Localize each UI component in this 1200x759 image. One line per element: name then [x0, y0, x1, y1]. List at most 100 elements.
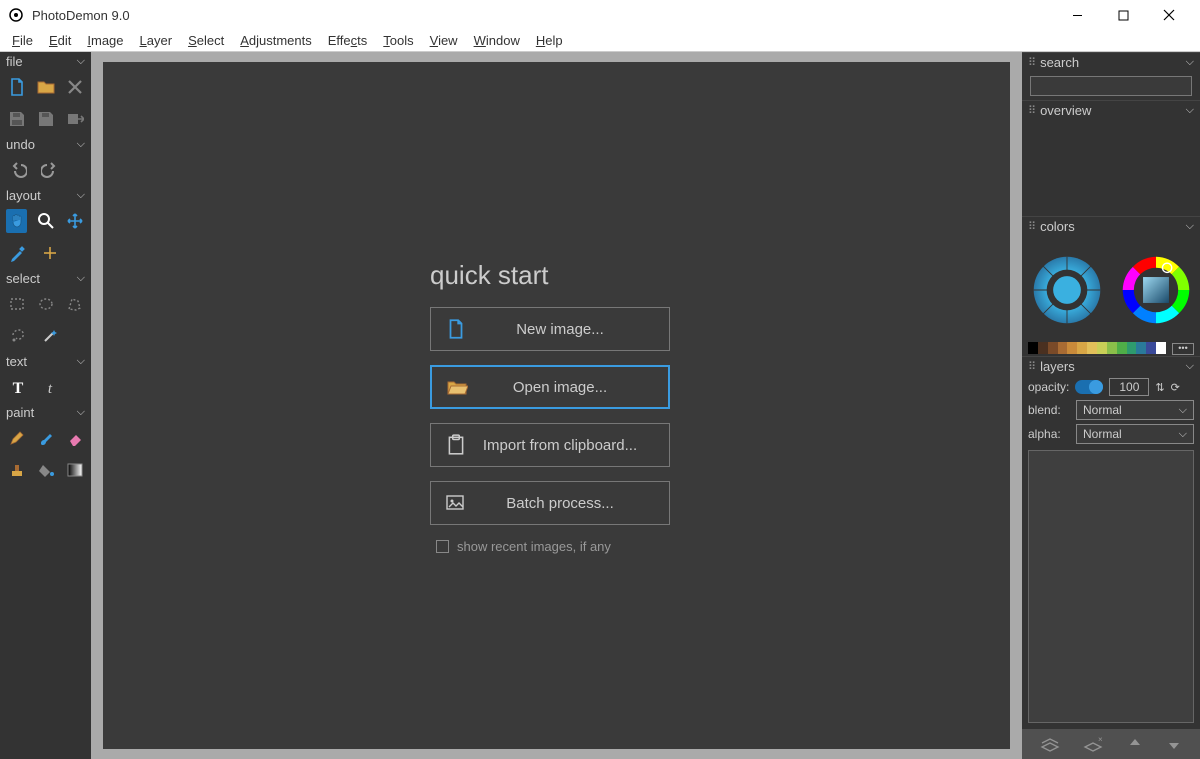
section-file[interactable]: file⌵	[0, 52, 91, 71]
import-clipboard-button[interactable]: Import from clipboard...	[430, 423, 670, 467]
menubar: File Edit Image Layer Select Adjustments…	[0, 30, 1200, 52]
measure-tool-icon[interactable]	[38, 241, 62, 265]
color-picker-icon[interactable]	[6, 241, 30, 265]
svg-text:T: T	[13, 380, 24, 396]
swatch-row[interactable]	[1028, 342, 1166, 354]
opacity-label: opacity:	[1028, 380, 1069, 394]
canvas: quick start New image... Open image... I…	[103, 62, 1010, 749]
menu-effects[interactable]: Effects	[320, 31, 376, 50]
zoom-tool-icon[interactable]	[35, 209, 56, 233]
open-image-button[interactable]: Open image...	[430, 365, 670, 409]
menu-image[interactable]: Image	[79, 31, 131, 50]
clone-tool-icon[interactable]	[6, 458, 27, 482]
brush-tool-icon[interactable]	[35, 426, 56, 450]
batch-process-button[interactable]: Batch process...	[430, 481, 670, 525]
menu-tools[interactable]: Tools	[375, 31, 421, 50]
chevron-down-icon: ⌵	[1186, 104, 1194, 117]
move-tool-icon[interactable]	[64, 209, 85, 233]
panel-layers[interactable]: ⠿layers⌵	[1022, 356, 1200, 376]
ellipse-select-icon[interactable]	[35, 292, 56, 316]
save-icon[interactable]	[6, 107, 27, 131]
new-image-button[interactable]: New image...	[430, 307, 670, 351]
fill-tool-icon[interactable]	[35, 458, 56, 482]
layer-footer: ×	[1022, 729, 1200, 759]
open-image-icon	[432, 377, 482, 397]
reset-icon[interactable]: ⟳	[1171, 381, 1180, 394]
text-tool-icon[interactable]: T	[6, 375, 30, 399]
opacity-value[interactable]: 100	[1109, 378, 1149, 396]
maximize-button[interactable]	[1100, 0, 1146, 30]
menu-edit[interactable]: Edit	[41, 31, 79, 50]
tool-panel: file⌵ undo⌵ layout⌵ select⌵	[0, 52, 91, 759]
section-layout[interactable]: layout⌵	[0, 186, 91, 205]
typography-tool-icon[interactable]: t	[38, 375, 62, 399]
menu-help[interactable]: Help	[528, 31, 571, 50]
menu-select[interactable]: Select	[180, 31, 232, 50]
color-wheel-2[interactable]	[1119, 253, 1193, 327]
close-button[interactable]	[1146, 0, 1192, 30]
open-folder-icon[interactable]	[35, 75, 56, 99]
section-text[interactable]: text⌵	[0, 352, 91, 371]
export-icon[interactable]	[64, 107, 85, 131]
batch-icon	[431, 493, 481, 513]
overview-body	[1022, 120, 1200, 216]
blend-label: blend:	[1028, 403, 1070, 417]
checkbox-icon	[436, 540, 449, 553]
panel-search[interactable]: ⠿search⌵	[1022, 52, 1200, 72]
quick-start-heading: quick start	[430, 260, 670, 291]
save-as-icon[interactable]	[35, 107, 56, 131]
menu-view[interactable]: View	[422, 31, 466, 50]
grip-icon: ⠿	[1028, 56, 1034, 69]
panel-overview[interactable]: ⠿overview⌵	[1022, 100, 1200, 120]
rect-select-icon[interactable]	[6, 292, 27, 316]
menu-adjustments[interactable]: Adjustments	[232, 31, 320, 50]
layer-up-icon[interactable]	[1127, 735, 1143, 753]
grip-icon: ⠿	[1028, 104, 1034, 117]
magic-wand-icon[interactable]	[38, 324, 62, 348]
layers-list[interactable]	[1028, 450, 1194, 723]
close-file-icon[interactable]	[64, 75, 85, 99]
menu-file[interactable]: File	[4, 31, 41, 50]
stepper-icon[interactable]: ⇅	[1155, 381, 1164, 394]
chevron-down-icon: ⌵	[77, 406, 85, 419]
section-select[interactable]: select⌵	[0, 269, 91, 288]
panel-colors[interactable]: ⠿colors⌵	[1022, 216, 1200, 236]
opacity-slider[interactable]	[1075, 380, 1103, 394]
section-paint[interactable]: paint⌵	[0, 403, 91, 422]
alpha-dropdown[interactable]: Normal⌵	[1076, 424, 1194, 444]
eraser-tool-icon[interactable]	[64, 426, 85, 450]
new-image-icon	[431, 318, 481, 340]
alpha-label: alpha:	[1028, 427, 1070, 441]
gradient-tool-icon[interactable]	[64, 458, 85, 482]
more-swatches-button[interactable]: •••	[1172, 343, 1194, 355]
new-file-icon[interactable]	[6, 75, 27, 99]
section-undo[interactable]: undo⌵	[0, 135, 91, 154]
undo-icon[interactable]	[6, 158, 30, 182]
svg-text:t: t	[48, 381, 53, 396]
search-input[interactable]	[1030, 76, 1192, 96]
blend-dropdown[interactable]: Normal⌵	[1076, 400, 1194, 420]
canvas-area: quick start New image... Open image... I…	[91, 52, 1022, 759]
add-layer-icon[interactable]	[1040, 735, 1060, 753]
right-panel: ⠿search⌵ ⠿overview⌵ ⠿colors⌵	[1022, 52, 1200, 759]
poly-select-icon[interactable]	[64, 292, 85, 316]
chevron-down-icon: ⌵	[1186, 360, 1194, 373]
lasso-select-icon[interactable]	[6, 324, 30, 348]
app-title: PhotoDemon 9.0	[32, 8, 130, 23]
chevron-down-icon: ⌵	[77, 272, 85, 285]
menu-layer[interactable]: Layer	[132, 31, 181, 50]
duplicate-layer-icon[interactable]: ×	[1083, 735, 1103, 753]
svg-text:×: ×	[1098, 735, 1103, 744]
minimize-button[interactable]	[1054, 0, 1100, 30]
app-icon	[8, 7, 24, 23]
redo-icon[interactable]	[38, 158, 62, 182]
pencil-tool-icon[interactable]	[6, 426, 27, 450]
show-recent-checkbox[interactable]: show recent images, if any	[430, 539, 670, 554]
grip-icon: ⠿	[1028, 220, 1034, 233]
layer-down-icon[interactable]	[1166, 735, 1182, 753]
chevron-down-icon: ⌵	[1186, 56, 1194, 69]
menu-window[interactable]: Window	[466, 31, 528, 50]
color-wheel-1[interactable]	[1030, 253, 1104, 327]
chevron-down-icon: ⌵	[77, 189, 85, 202]
hand-tool-icon[interactable]	[6, 209, 27, 233]
